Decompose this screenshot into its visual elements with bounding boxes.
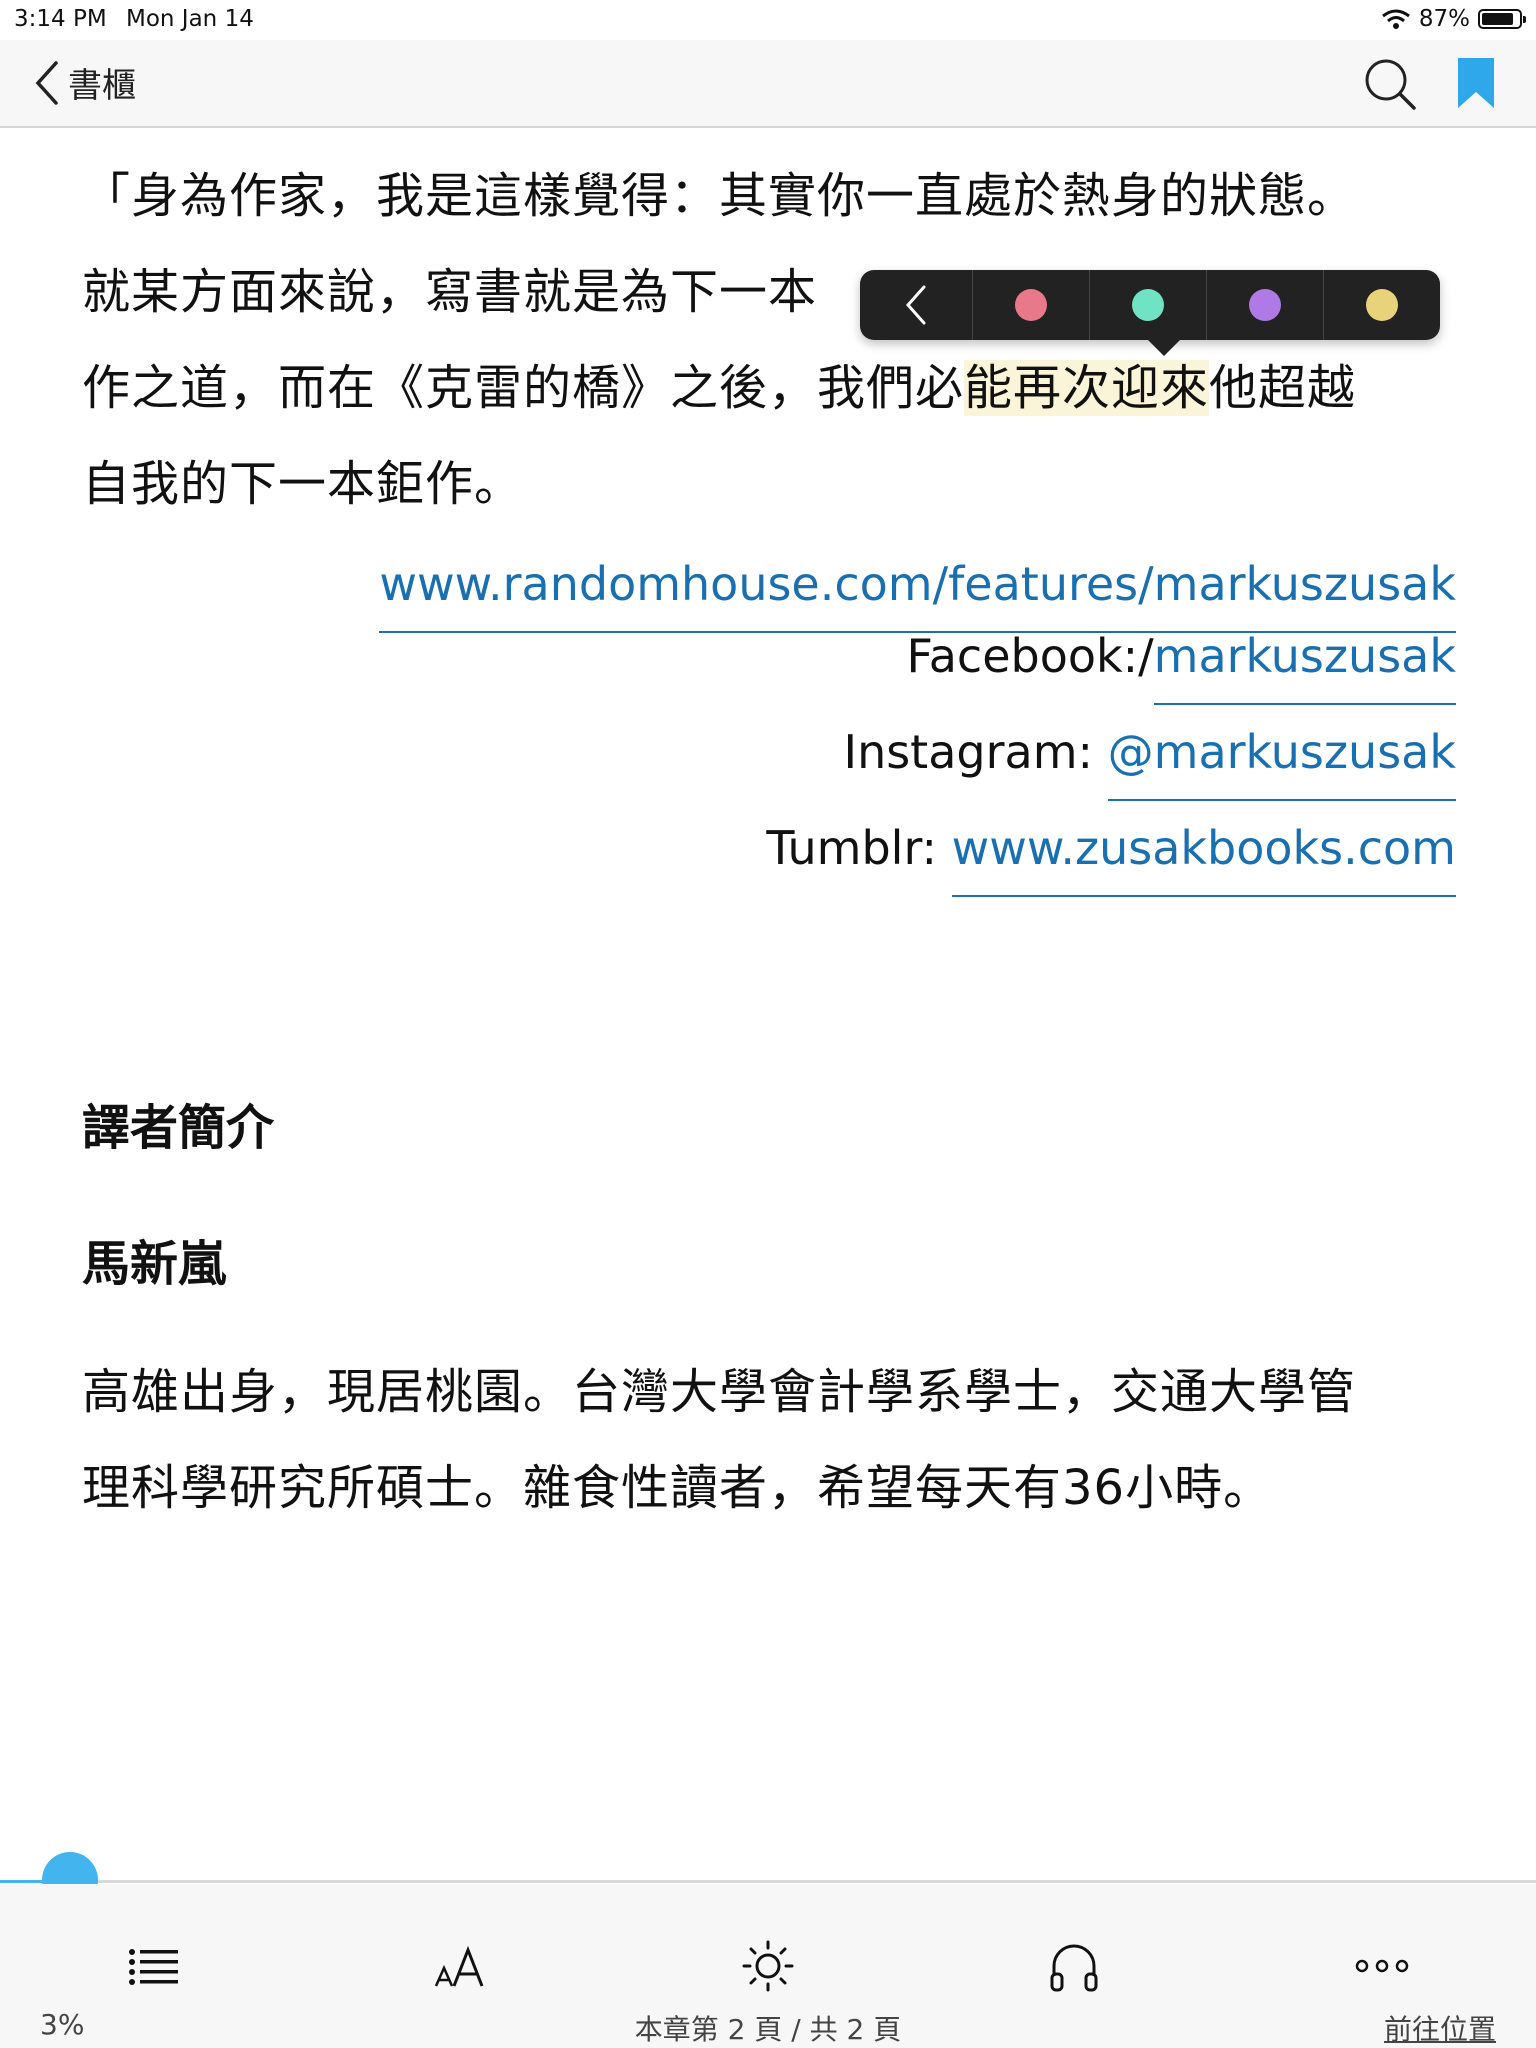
text-line: 自我的下一本鉅作。 [82,456,524,512]
highlight-yellow-button[interactable] [1324,270,1440,340]
highlight-color-popup [860,270,1440,356]
table-of-contents-button[interactable] [124,1936,184,1996]
highlight-green-button[interactable] [1090,270,1206,340]
font-size-button[interactable] [432,1936,492,1996]
facebook-label: Facebook:/ [906,629,1154,683]
nav-bar: 書櫃 [0,40,1536,128]
bookmark-button[interactable] [1454,56,1498,112]
text-segment: 他超越 [1209,360,1357,416]
progress-track[interactable] [0,1880,1536,1883]
chevron-left-icon [905,285,926,325]
status-time: 3:14 PM [14,6,107,32]
text-line: 「身為作家，我是這樣覺得：其實你一直處於熱身的狀態。 [82,168,1357,224]
status-date: Mon Jan 14 [126,6,254,32]
text-line: 作之道，而在《克雷的橋》之後，我們必能再次迎來他超越 [82,340,1460,436]
highlight-purple-button[interactable] [1207,270,1323,340]
battery-icon [1478,9,1526,29]
translator-heading: 譯者簡介 [82,1100,275,1156]
text-line: 理科學研究所碩士。雜食性讀者，希望每天有36小時。 [82,1460,1273,1516]
headphones-icon [1050,1944,1098,1992]
instagram-link[interactable]: @markuszusak [1107,725,1456,801]
search-button[interactable] [1362,56,1418,112]
list-icon [129,1949,178,1985]
battery-percent: 87% [1418,6,1470,32]
translator-bio: 高雄出身，現居桃園。台灣大學會計學系學士，交通大學管 理科學研究所碩士。雜食性讀… [82,1344,1460,1536]
text-segment: 作之道，而在《克雷的橋》之後，我們必 [82,360,965,416]
bookmark-icon [1458,58,1494,108]
instagram-line: Instagram: @markuszusak [379,725,1456,824]
status-right: 87% [1381,6,1526,32]
highlighted-text[interactable]: 能再次迎來 [964,360,1210,416]
yellow-dot-icon [1366,289,1398,321]
website-link[interactable]: www.randomhouse.com/features/markuszusak [379,557,1456,633]
bottom-toolbar: 3% 本章第 2 頁 / 共 2 頁 前往位置 [0,1884,1536,2048]
audio-button[interactable] [1044,1936,1104,1996]
brightness-icon [742,1940,794,1992]
status-bar: 3:14 PM Mon Jan 14 87% [0,0,1536,40]
more-icon [1355,1959,1409,1973]
back-label: 書櫃 [68,66,136,106]
more-options-button[interactable] [1352,1936,1412,1996]
search-icon [1365,59,1416,110]
red-dot-icon [1015,289,1047,321]
green-dot-icon [1132,289,1164,321]
quote-paragraph: 「身為作家，我是這樣覺得：其實你一直處於熱身的狀態。 就某方面來說，寫書就是為下… [82,148,1460,532]
chevron-left-icon [35,60,58,105]
tumblr-label: Tumblr: [766,821,952,875]
goto-location-link[interactable]: 前往位置 [1384,2008,1496,2048]
highlight-red-button[interactable] [973,270,1089,340]
facebook-line: Facebook:/markuszusak [379,629,1456,728]
brightness-button[interactable] [738,1936,798,1996]
popup-back-button[interactable] [860,270,972,340]
text-line: 高雄出身，現居桃園。台灣大學會計學系學士，交通大學管 [82,1364,1357,1420]
facebook-link[interactable]: markuszusak [1153,629,1456,705]
wifi-icon [1381,9,1410,29]
instagram-label: Instagram: [843,725,1108,779]
tumblr-link[interactable]: www.zusakbooks.com [951,821,1456,897]
translator-name: 馬新嵐 [82,1236,227,1292]
battery-level [1482,13,1514,25]
page-info: 本章第 2 頁 / 共 2 頁 [634,2013,902,2046]
font-size-icon [434,1945,484,1987]
back-button[interactable]: 書櫃 [32,58,136,107]
author-links: www.randomhouse.com/features/markuszusak… [379,557,1456,920]
tumblr-line: Tumblr: www.zusakbooks.com [379,821,1456,920]
purple-dot-icon [1249,289,1281,321]
